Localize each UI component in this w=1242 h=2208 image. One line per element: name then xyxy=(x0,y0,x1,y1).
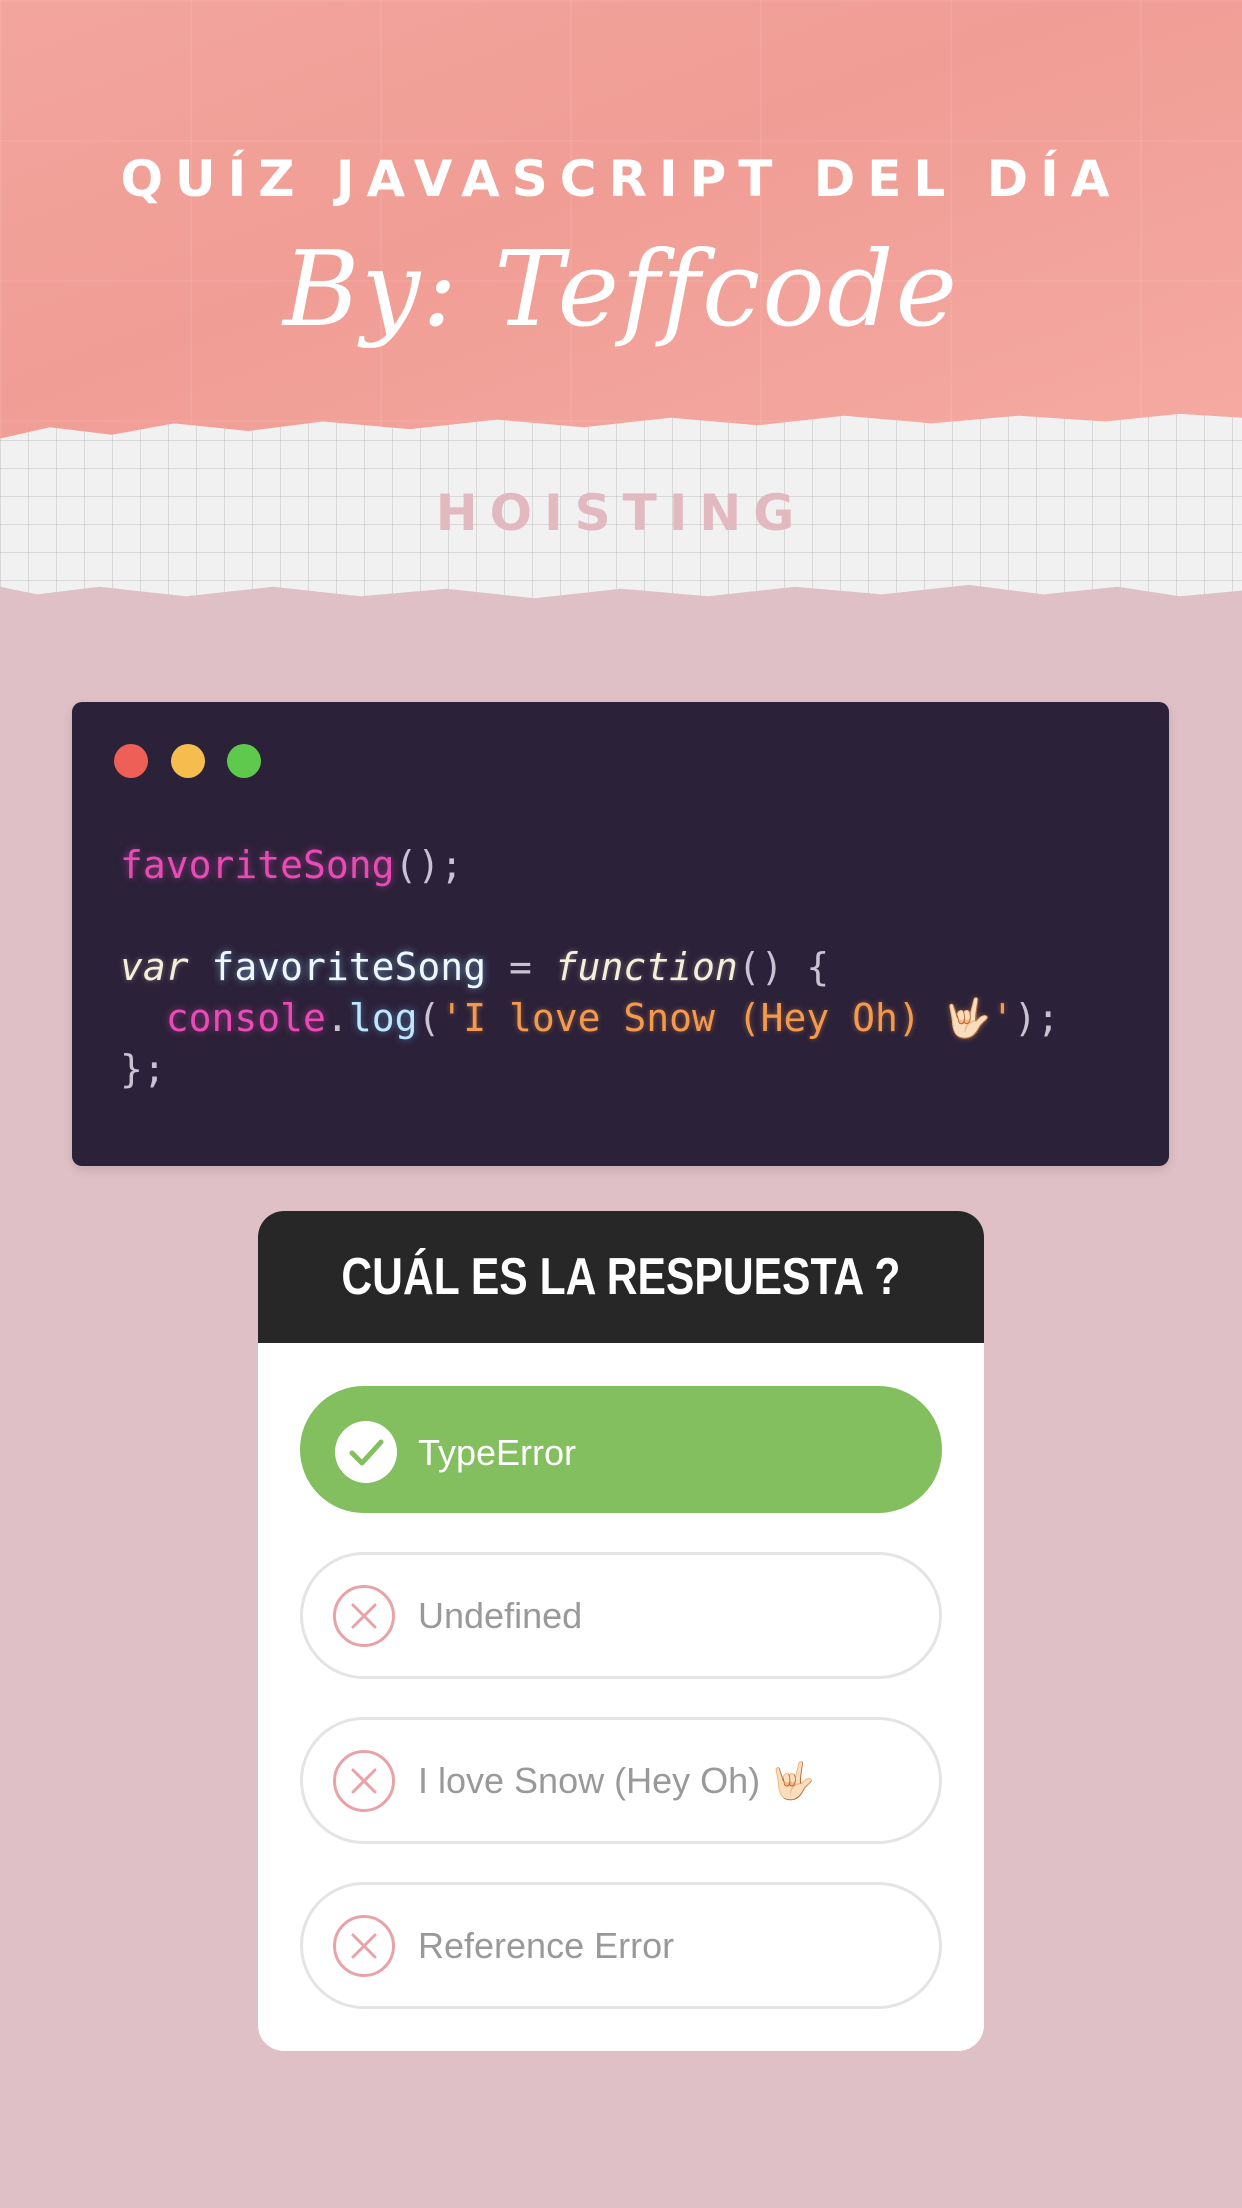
code-token: . xyxy=(325,996,349,1040)
answer-label: Undefined xyxy=(418,1595,583,1636)
x-circle-icon xyxy=(333,1915,395,1977)
answer-label: TypeError xyxy=(418,1432,577,1473)
code-token: function xyxy=(554,945,738,989)
x-circle-icon xyxy=(333,1750,395,1812)
answer-label: Reference Error xyxy=(418,1925,675,1966)
maximize-dot-icon xyxy=(227,744,261,778)
code-token: console xyxy=(165,996,326,1040)
quiz-question-header: CUÁL ES LA RESPUESTA ? xyxy=(258,1211,984,1343)
answer-label: I love Snow (Hey Oh) 🤟🏻 xyxy=(418,1760,815,1801)
code-token: 'I love Snow (Hey Oh) 🤟🏻' xyxy=(440,996,1014,1040)
code-window: favoriteSong(); var favoriteSong = functi… xyxy=(72,702,1169,1166)
author-byline: By: Teffcode xyxy=(282,228,960,350)
code-token: () { xyxy=(737,945,830,989)
answer-option-undefined[interactable]: Undefined xyxy=(300,1552,942,1679)
answer-option-i-love-snow[interactable]: I love Snow (Hey Oh) 🤟🏻 xyxy=(300,1717,942,1844)
topic-title: HOISTING xyxy=(435,484,807,542)
code-token: }; xyxy=(120,1047,166,1091)
check-icon xyxy=(335,1421,397,1483)
code-line: console.log('I love Snow (Hey Oh) 🤟🏻'); xyxy=(120,993,1060,1044)
code-snippet: favoriteSong(); var favoriteSong = functi… xyxy=(120,840,1060,1095)
x-circle-icon xyxy=(333,1585,395,1647)
answer-option-typeerror[interactable]: TypeError xyxy=(300,1386,942,1513)
quiz-question: CUÁL ES LA RESPUESTA ? xyxy=(341,1248,901,1306)
minimize-dot-icon xyxy=(171,744,205,778)
code-line: favoriteSong(); xyxy=(120,840,1060,891)
quiz-eyebrow: QUÍZ JAVASCRIPT DEL DÍA xyxy=(120,150,1122,208)
code-token: = xyxy=(486,945,555,989)
code-line: var favoriteSong = function() { xyxy=(120,942,1060,993)
close-dot-icon xyxy=(114,744,148,778)
code-token: (); xyxy=(394,843,464,887)
code-token: var xyxy=(120,945,189,989)
code-token: ( xyxy=(417,996,441,1040)
code-line: }; xyxy=(120,1044,1060,1095)
code-token: log xyxy=(348,996,418,1040)
header-banner: QUÍZ JAVASCRIPT DEL DÍA By: Teffcode xyxy=(0,0,1242,440)
code-token: ); xyxy=(1013,996,1060,1040)
code-token: favoriteSong xyxy=(211,945,487,989)
answer-option-reference-error[interactable]: Reference Error xyxy=(300,1882,942,2009)
quiz-card: CUÁL ES LA RESPUESTA ? TypeError Undefin… xyxy=(258,1211,984,2051)
code-token: favoriteSong xyxy=(120,843,395,887)
